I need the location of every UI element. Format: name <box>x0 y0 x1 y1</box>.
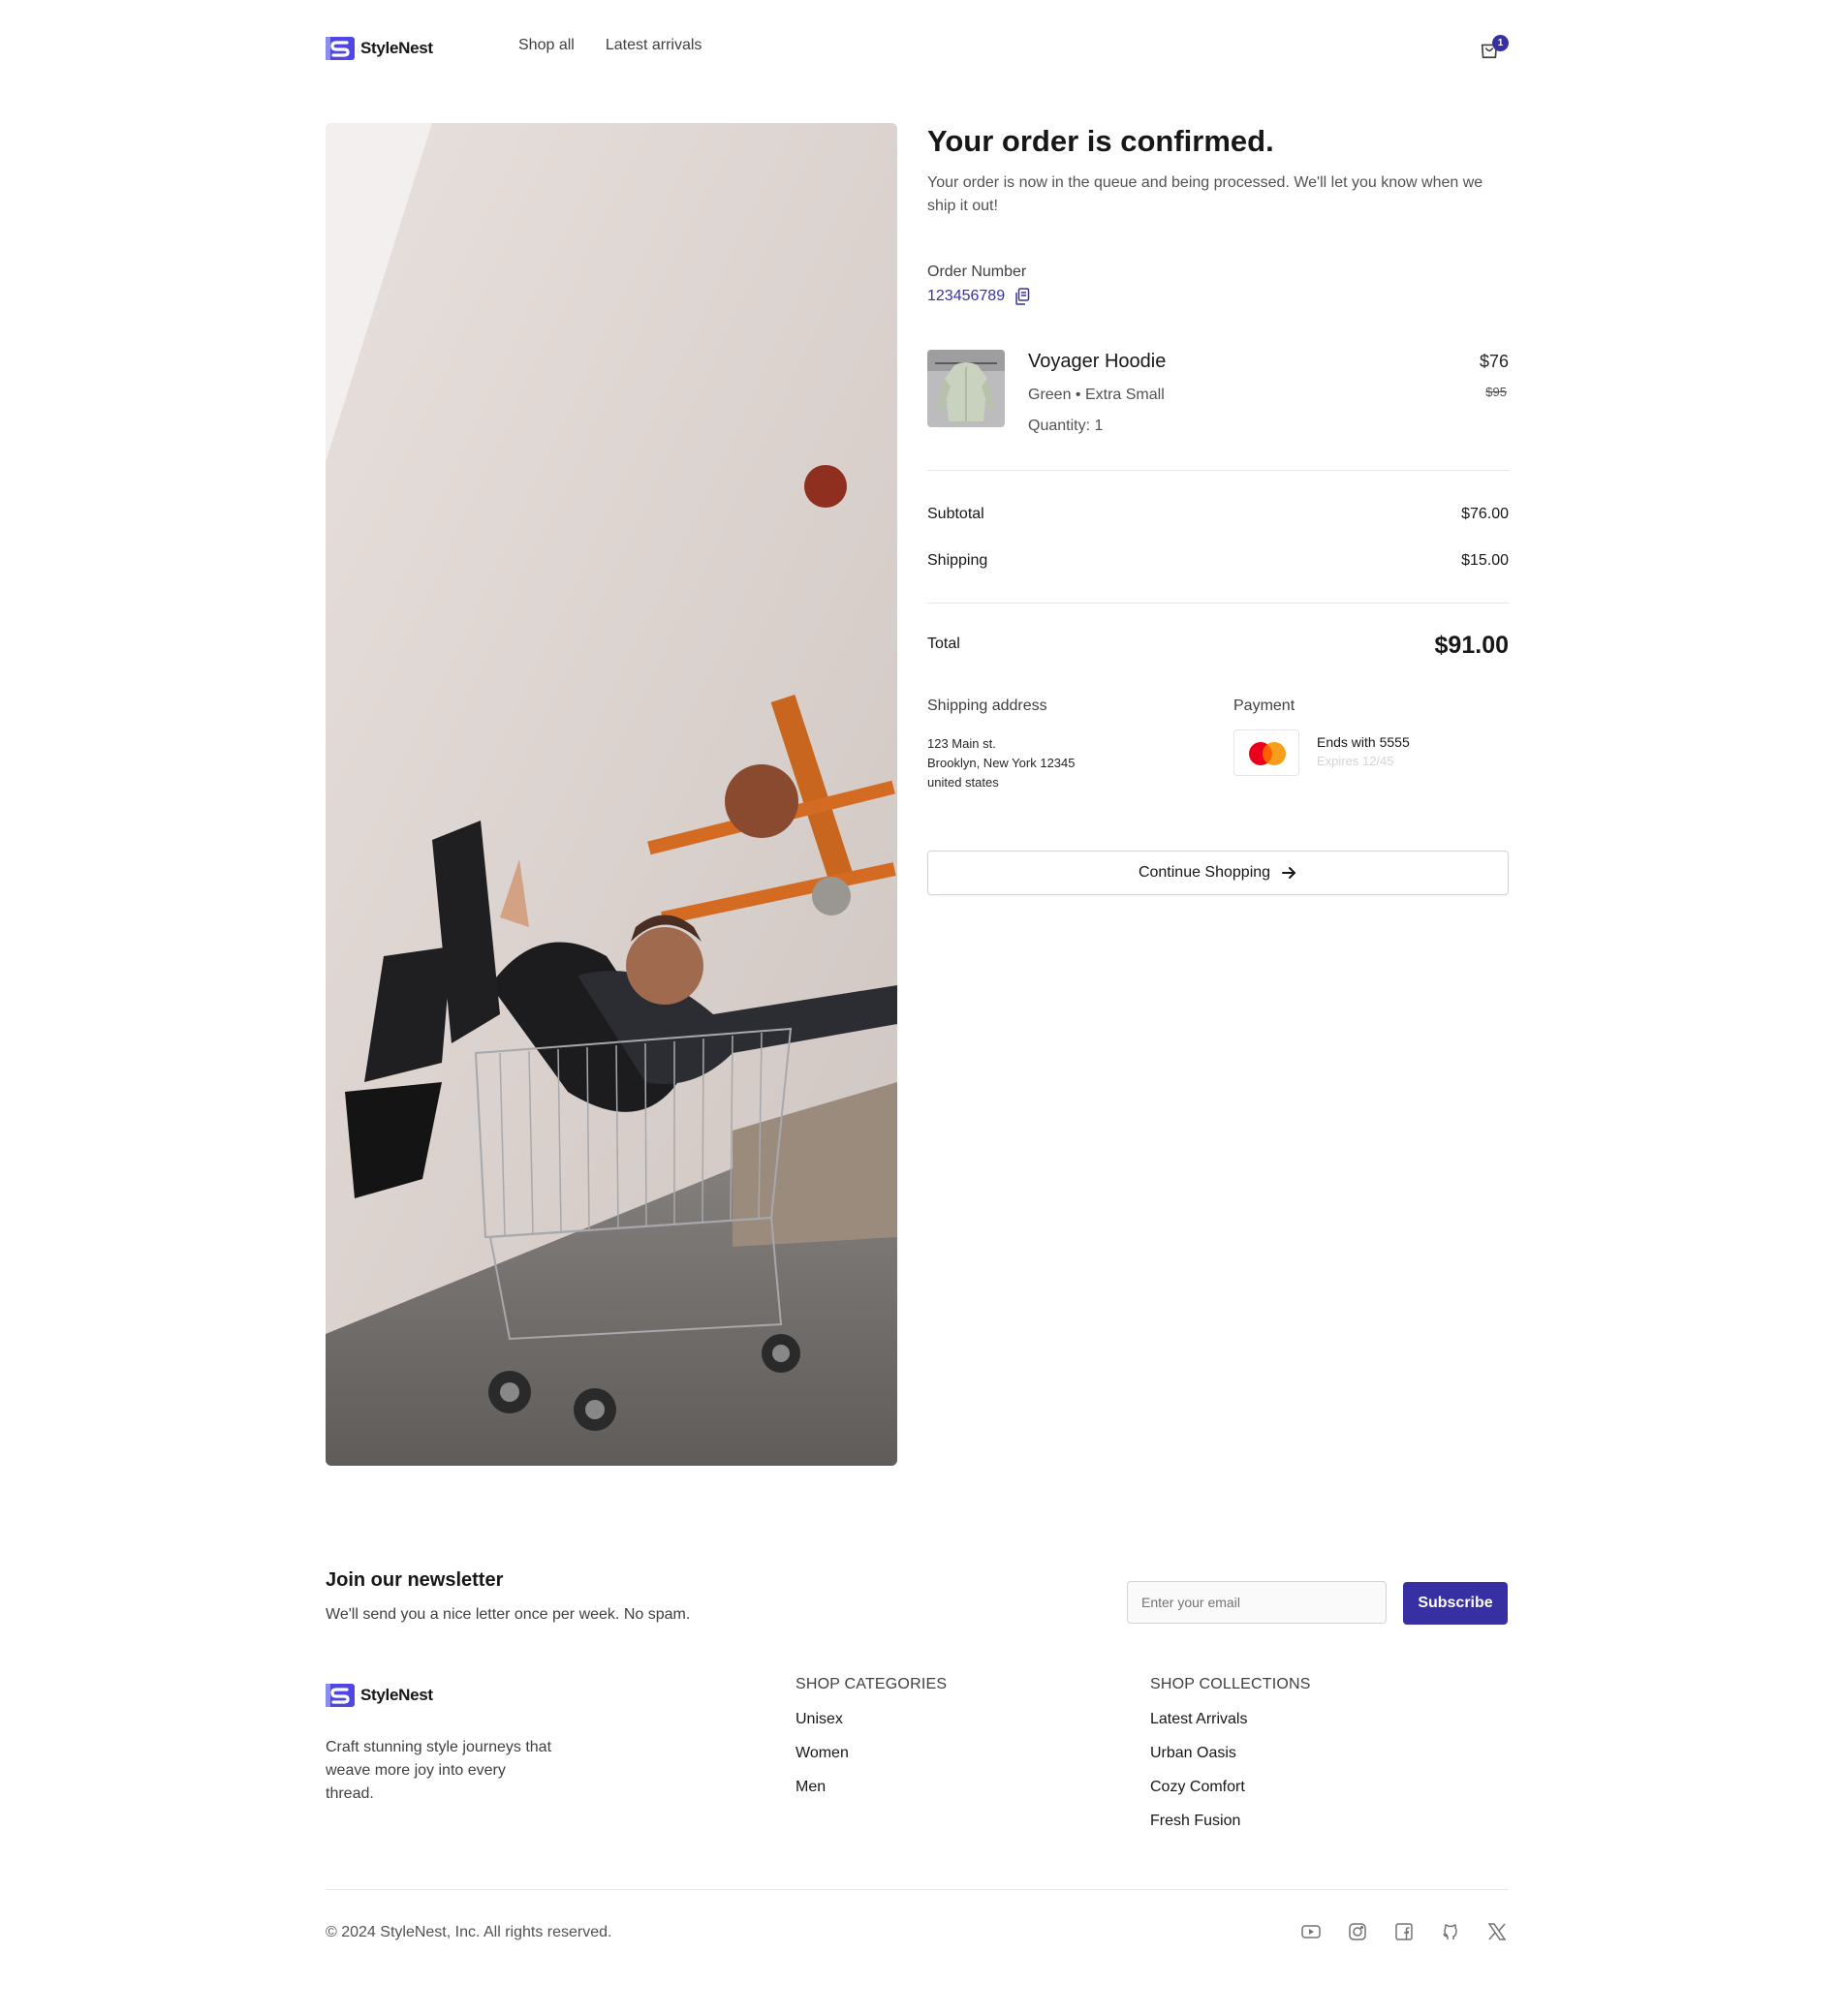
copy-icon[interactable] <box>1014 288 1030 305</box>
site-header: StyleNest Shop all Latest arrivals 1 <box>326 27 1509 66</box>
order-number-value: 123456789 <box>927 288 1006 304</box>
footer-tagline: Craft stunning style journeys that weave… <box>326 1739 552 1802</box>
continue-shopping-button[interactable]: Continue Shopping <box>927 851 1509 895</box>
logo-icon <box>326 1684 355 1707</box>
youtube-icon[interactable] <box>1300 1921 1322 1942</box>
total-row: Total $91.00 <box>927 604 1509 681</box>
collection-link-cozy-comfort[interactable]: Cozy Comfort <box>1150 1779 1311 1796</box>
product-quantity: Quantity: 1 <box>1028 418 1104 434</box>
shop-collections-heading: SHOP COLLECTIONS <box>1150 1676 1311 1692</box>
address-line-2: Brooklyn, New York 12345 <box>927 756 1076 770</box>
hero-image <box>326 123 897 1466</box>
main-nav: Shop all Latest arrivals <box>518 37 702 54</box>
order-number-label: Order Number <box>927 264 1027 280</box>
category-link-men[interactable]: Men <box>796 1779 947 1796</box>
shipping-row: Shipping $15.00 <box>927 539 1509 585</box>
newsletter-section: Join our newsletter We'll send you a nic… <box>326 1569 1508 1647</box>
product-thumbnail <box>927 350 1005 427</box>
confirmation-description: Your order is now in the queue and being… <box>927 174 1483 214</box>
address-line-3: united states <box>927 775 999 790</box>
page-title: Your order is confirmed. <box>927 124 1274 158</box>
order-item: Voyager Hoodie Green • Extra Small Quant… <box>927 350 1509 471</box>
newsletter-email-input[interactable] <box>1127 1581 1387 1624</box>
total-label: Total <box>927 636 960 652</box>
footer-brand-name: StyleNest <box>360 1686 433 1704</box>
product-variant: Green • Extra Small <box>1028 387 1165 403</box>
address-line-1: 123 Main st. <box>927 736 996 751</box>
collection-link-fresh-fusion[interactable]: Fresh Fusion <box>1150 1813 1311 1830</box>
subtotal-row: Subtotal $76.00 <box>927 492 1509 539</box>
product-original-price: $95 <box>1485 385 1507 399</box>
shop-categories-heading: SHOP CATEGORIES <box>796 1676 948 1692</box>
order-confirmation-panel: Your order is confirmed. Your order is n… <box>927 123 1509 895</box>
category-link-women[interactable]: Women <box>796 1745 947 1762</box>
card-ends-with: Ends with 5555 <box>1317 734 1410 750</box>
social-links <box>1300 1921 1508 1942</box>
facebook-icon[interactable] <box>1393 1921 1415 1942</box>
category-link-unisex[interactable]: Unisex <box>796 1711 947 1728</box>
github-icon[interactable] <box>1440 1921 1461 1942</box>
product-price: $76 <box>1479 352 1509 371</box>
nav-latest-arrivals[interactable]: Latest arrivals <box>606 37 702 54</box>
continue-shopping-label: Continue Shopping <box>1138 864 1271 881</box>
footer-bottom-bar: © 2024 StyleNest, Inc. All rights reserv… <box>326 1889 1508 1947</box>
card-brand-box <box>1233 729 1299 776</box>
order-summary: Subtotal $76.00 Shipping $15.00 <box>927 471 1509 604</box>
shipping-label: Shipping <box>927 552 988 569</box>
total-value: $91.00 <box>1434 632 1509 659</box>
instagram-icon[interactable] <box>1347 1921 1368 1942</box>
product-name: Voyager Hoodie <box>1028 351 1167 372</box>
shipping-value: $15.00 <box>1461 552 1509 569</box>
collection-link-latest-arrivals[interactable]: Latest Arrivals <box>1150 1711 1311 1728</box>
order-details: Shipping address 123 Main st. Brooklyn, … <box>927 681 1509 817</box>
logo-icon <box>326 37 355 60</box>
card-expiry: Expires 12/45 <box>1317 754 1394 768</box>
copyright-text: © 2024 StyleNest, Inc. All rights reserv… <box>326 1924 612 1940</box>
payment-label: Payment <box>1233 698 1295 714</box>
arrow-right-icon <box>1282 867 1296 879</box>
footer-logo[interactable]: StyleNest <box>326 1684 433 1707</box>
subscribe-button[interactable]: Subscribe <box>1403 1582 1508 1625</box>
collection-link-urban-oasis[interactable]: Urban Oasis <box>1150 1745 1311 1762</box>
subtotal-label: Subtotal <box>927 506 984 522</box>
cart-count-badge: 1 <box>1492 35 1509 51</box>
shipping-address-label: Shipping address <box>927 698 1047 714</box>
shop-categories: SHOP CATEGORIES Unisex Women Men <box>796 1676 947 1813</box>
newsletter-description: We'll send you a nice letter once per we… <box>326 1606 691 1623</box>
mastercard-icon <box>1249 742 1286 765</box>
subtotal-value: $76.00 <box>1461 506 1509 522</box>
x-icon[interactable] <box>1486 1921 1508 1942</box>
cart-button[interactable]: 1 <box>1475 33 1509 66</box>
newsletter-title: Join our newsletter <box>326 1569 504 1591</box>
brand-logo[interactable]: StyleNest <box>326 35 433 62</box>
brand-name: StyleNest <box>360 39 433 57</box>
shop-collections: SHOP COLLECTIONS Latest Arrivals Urban O… <box>1150 1676 1311 1846</box>
nav-shop-all[interactable]: Shop all <box>518 37 575 54</box>
shipping-address: 123 Main st. Brooklyn, New York 12345 un… <box>927 734 1075 792</box>
order-number: 123456789 <box>927 288 1509 305</box>
